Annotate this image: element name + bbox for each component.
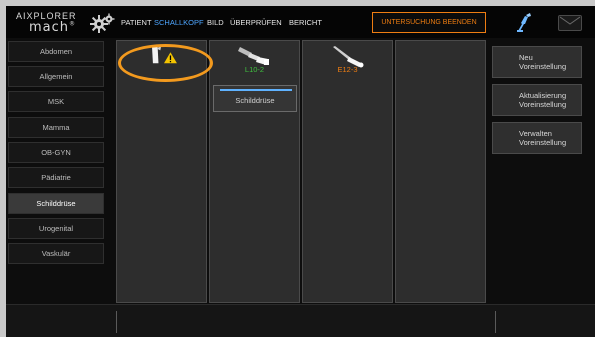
aixplorer-logo: AIXPLORER mach® [12,10,120,36]
preset-msk[interactable]: MSK [8,91,104,112]
menu-bild[interactable]: BILD [207,18,224,27]
bottom-status-bar [6,304,595,337]
logo-model: mach® [29,20,77,35]
highlight-annotation [118,44,213,82]
menu-bericht[interactable]: BERICHT [289,18,322,27]
probe-label-e12-3: E12-3 [337,65,358,74]
probe-slot-2[interactable]: L10-2 Schilddrüse [209,40,300,303]
bottom-divider [495,311,496,333]
preset-active-bar [220,89,292,91]
menu-schallkopf[interactable]: SCHALLKOPF [154,18,204,27]
new-preset-button[interactable]: Neu Voreinstellung [492,46,582,78]
update-preset-button[interactable]: Aktualisierung Voreinstellung [492,84,582,116]
end-exam-button[interactable]: UNTERSUCHUNG BEENDEN [372,12,486,33]
top-menu-bar: AIXPLORER mach® PATIENT SCHALLKOPF BILD … [6,6,595,38]
probe-preset-schilddruese[interactable]: Schilddrüse [213,85,297,112]
preset-mamma[interactable]: Mamma [8,117,104,138]
probe-tool-icon[interactable] [515,12,533,32]
message-envelope-icon[interactable] [558,15,582,31]
probe-slot-4-empty[interactable] [395,40,486,303]
preset-vaskulaer[interactable]: Vaskulär [8,243,104,264]
preset-schilddruese[interactable]: Schilddrüse [8,193,104,214]
probe-slot-3[interactable]: E12-3 [302,40,393,303]
preset-abdomen[interactable]: Abdomen [8,41,104,62]
menu-ueberpruefen[interactable]: ÜBERPRÜFEN [230,18,282,27]
preset-paediatrie[interactable]: Pädiatrie [8,167,104,188]
manage-presets-button[interactable]: Verwalten Voreinstellung [492,122,582,154]
menu-patient[interactable]: PATIENT [121,18,152,27]
preset-allgemein[interactable]: Allgemein [8,66,104,87]
probe-label-l10-2: L10-2 [244,65,265,74]
preset-urogenital[interactable]: Urogenital [8,218,104,239]
app-window: AIXPLORER mach® PATIENT SCHALLKOPF BILD … [6,6,595,337]
bottom-divider [116,311,117,333]
gear-logo-icon [90,13,115,33]
preset-ob-gyn[interactable]: OB-GYN [8,142,104,163]
